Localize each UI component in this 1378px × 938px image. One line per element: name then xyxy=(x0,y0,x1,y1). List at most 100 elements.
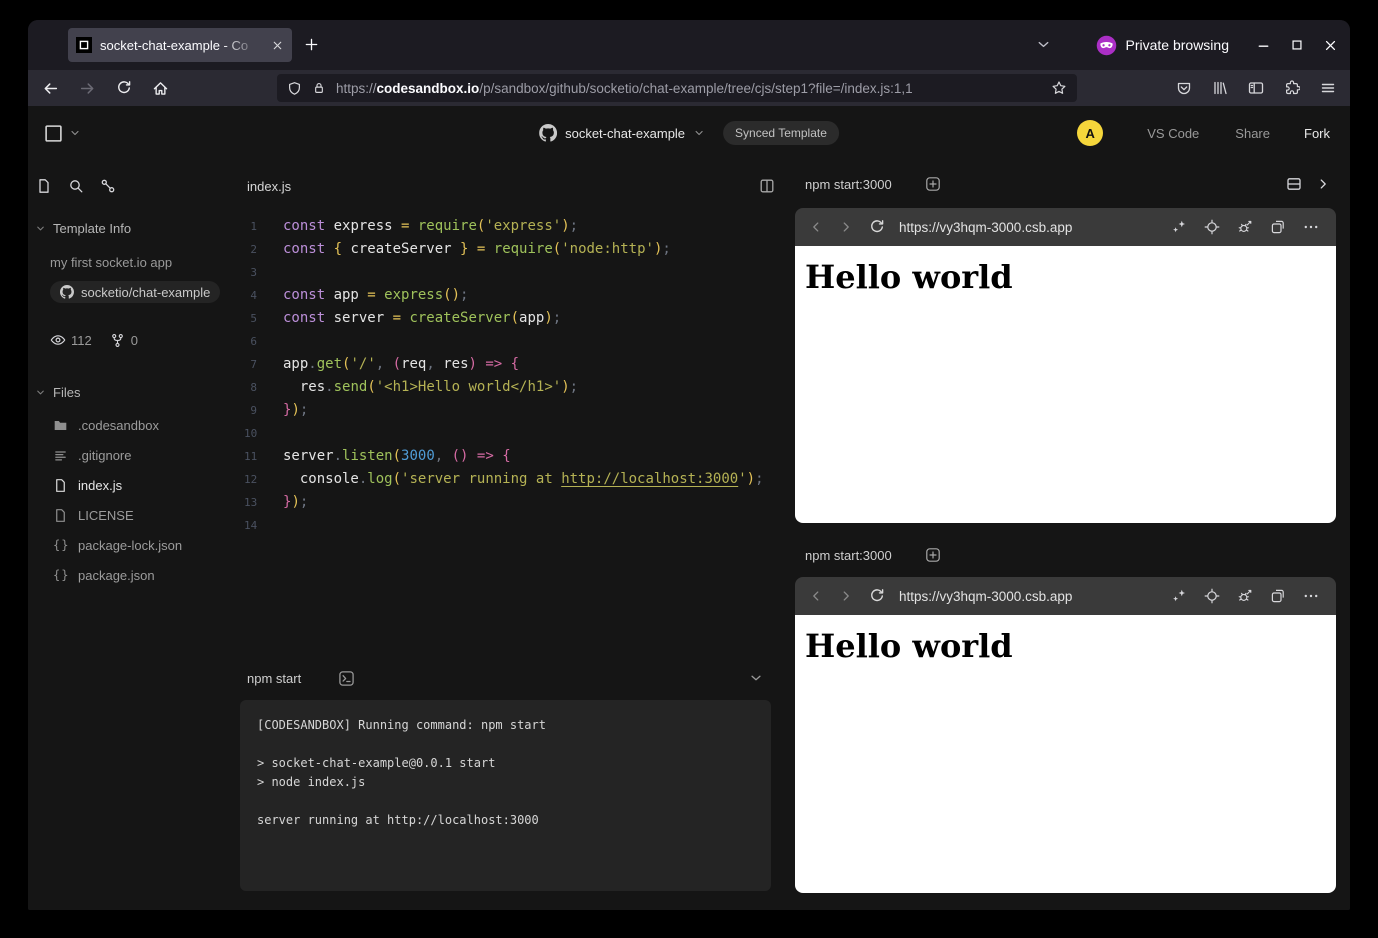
url-bar[interactable]: https://codesandbox.io/p/sandbox/github/… xyxy=(277,74,1077,102)
code-line: app.get('/', (req, res) => { xyxy=(283,353,764,376)
file-row[interactable]: LICENSE xyxy=(28,500,240,530)
split-preview-icon[interactable] xyxy=(1286,176,1302,192)
add-preview-icon[interactable] xyxy=(925,547,941,563)
code-line: console.log('server running at http://lo… xyxy=(283,468,764,491)
file-row[interactable]: {}package-lock.json xyxy=(28,530,240,560)
list-all-tabs-icon[interactable] xyxy=(1036,37,1051,52)
home-button[interactable] xyxy=(152,80,169,97)
vscode-button[interactable]: VS Code xyxy=(1147,126,1199,141)
maximize-button[interactable] xyxy=(1290,38,1304,52)
files-section[interactable]: Files xyxy=(28,385,240,400)
extensions-puzzle-icon[interactable] xyxy=(1284,80,1300,96)
codesandbox-app: socket-chat-example Synced Template A VS… xyxy=(28,106,1350,910)
preview-refresh-icon[interactable] xyxy=(869,219,885,235)
preview-back-icon[interactable] xyxy=(809,589,823,603)
inspect-target-icon[interactable] xyxy=(1204,588,1220,604)
preview-back-icon[interactable] xyxy=(809,220,823,234)
debug-bug-icon[interactable] xyxy=(1237,588,1253,604)
tab-bar: socket-chat-example - Co Private browsin… xyxy=(28,20,1350,70)
reload-button[interactable] xyxy=(116,80,132,96)
more-options-icon[interactable] xyxy=(1303,588,1319,604)
split-editor-icon[interactable] xyxy=(759,178,775,194)
debug-bug-icon[interactable] xyxy=(1237,219,1253,235)
open-in-new-window-icon[interactable] xyxy=(1270,588,1286,604)
file-row[interactable]: index.js xyxy=(28,470,240,500)
preview-browser-toolbar: https://vy3hqm-3000.csb.app xyxy=(795,577,1336,615)
editor-panel: index.js 1234567891011121314 const expre… xyxy=(240,160,795,910)
preview-tab-label[interactable]: npm start:3000 xyxy=(805,548,892,563)
open-in-new-window-icon[interactable] xyxy=(1270,219,1286,235)
forks-icon xyxy=(110,333,125,348)
preview-url[interactable]: https://vy3hqm-3000.csb.app xyxy=(899,589,1072,604)
codesandbox-header: socket-chat-example Synced Template A VS… xyxy=(28,106,1350,160)
file-explorer-icon[interactable] xyxy=(36,178,52,194)
sidebar-toggle-icon[interactable] xyxy=(1248,80,1264,96)
preview-page[interactable]: Hello world xyxy=(795,246,1336,523)
lock-icon[interactable] xyxy=(312,81,326,95)
desktop: socket-chat-example - Co Private browsin… xyxy=(0,0,1378,938)
line-number: 7 xyxy=(244,353,257,376)
tab-close-icon[interactable] xyxy=(271,39,284,52)
synced-template-badge[interactable]: Synced Template xyxy=(723,121,839,145)
user-avatar[interactable]: A xyxy=(1077,120,1103,146)
fork-button[interactable]: Fork xyxy=(1304,126,1330,141)
private-browsing-label: Private browsing xyxy=(1126,37,1230,53)
preview-forward-icon[interactable] xyxy=(839,589,853,603)
forward-button[interactable] xyxy=(79,80,96,97)
file-row[interactable]: .gitignore xyxy=(28,440,240,470)
collapse-terminal-chevron-icon[interactable] xyxy=(749,671,763,685)
shield-icon[interactable] xyxy=(287,81,302,96)
new-tab-button[interactable] xyxy=(304,37,319,52)
preview-tab-label[interactable]: npm start:3000 xyxy=(805,177,892,192)
url-domain: codesandbox.io xyxy=(377,81,480,96)
close-button[interactable] xyxy=(1323,38,1338,53)
browser-tab[interactable]: socket-chat-example - Co xyxy=(68,28,292,62)
sparkles-icon[interactable] xyxy=(1171,588,1187,604)
file-row[interactable]: {}package.json xyxy=(28,560,240,590)
library-icon[interactable] xyxy=(1212,80,1228,96)
line-number: 3 xyxy=(244,261,257,284)
preview-tab-row-2: npm start:3000 xyxy=(795,531,1336,579)
repo-pill-label: socketio/chat-example xyxy=(81,285,210,300)
line-number: 10 xyxy=(244,422,257,445)
terminal-icon[interactable] xyxy=(338,670,355,687)
file-name: .codesandbox xyxy=(78,418,159,433)
code-line: server.listen(3000, () => { xyxy=(283,445,764,468)
line-number: 8 xyxy=(244,376,257,399)
inspect-target-icon[interactable] xyxy=(1204,219,1220,235)
back-button[interactable] xyxy=(42,80,59,97)
search-icon[interactable] xyxy=(68,178,84,194)
chevron-down-icon[interactable] xyxy=(693,127,705,139)
file-row[interactable]: .codesandbox xyxy=(28,410,240,440)
chevron-right-icon[interactable] xyxy=(1316,177,1330,191)
views-count: 112 xyxy=(71,333,92,348)
preview-refresh-icon[interactable] xyxy=(869,588,885,604)
github-repo-pill[interactable]: socketio/chat-example xyxy=(50,281,220,303)
add-preview-icon[interactable] xyxy=(925,176,941,192)
terminal-output[interactable]: [CODESANDBOX] Running command: npm start… xyxy=(240,700,771,891)
list-icon xyxy=(53,448,68,463)
minimize-button[interactable] xyxy=(1256,38,1271,53)
terminal-tab-label[interactable]: npm start xyxy=(247,671,301,686)
code-line xyxy=(283,514,764,537)
workspace-menu[interactable] xyxy=(44,106,81,160)
terminal-line: > socket-chat-example@0.0.1 start xyxy=(257,754,761,773)
share-button[interactable]: Share xyxy=(1235,126,1270,141)
bookmark-star-icon[interactable] xyxy=(1051,80,1067,96)
preview-page[interactable]: Hello world xyxy=(795,615,1336,893)
forks-count: 0 xyxy=(131,333,138,348)
template-stats: 112 0 xyxy=(28,332,240,348)
repo-name[interactable]: socket-chat-example xyxy=(565,126,685,141)
preview-forward-icon[interactable] xyxy=(839,220,853,234)
devtools-icon[interactable] xyxy=(100,178,116,194)
more-options-icon[interactable] xyxy=(1303,219,1319,235)
braces-icon: {} xyxy=(53,568,68,583)
preview-url[interactable]: https://vy3hqm-3000.csb.app xyxy=(899,220,1072,235)
code-line: const server = createServer(app); xyxy=(283,307,764,330)
template-info-section[interactable]: Template Info xyxy=(28,221,240,236)
editor-file-tab[interactable]: index.js xyxy=(247,179,291,194)
private-browsing-badge: Private browsing xyxy=(1096,35,1230,56)
menu-hamburger-icon[interactable] xyxy=(1320,80,1336,96)
pocket-icon[interactable] xyxy=(1176,80,1192,96)
sparkles-icon[interactable] xyxy=(1171,219,1187,235)
